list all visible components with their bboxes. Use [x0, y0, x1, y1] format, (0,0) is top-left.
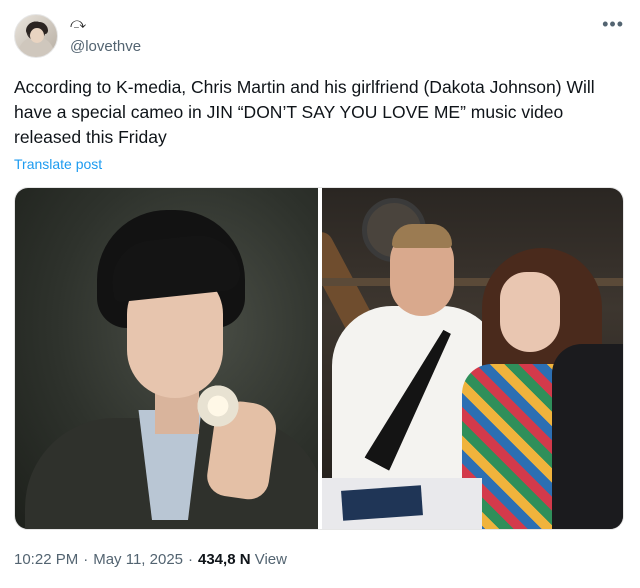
more-options-icon[interactable]: •••: [602, 14, 624, 35]
user-handle[interactable]: @lovethve: [70, 38, 141, 55]
tweet-footer: 10:22 PM · May 11, 2025 · 434,8 N View: [14, 551, 287, 568]
woman-face: [500, 272, 560, 352]
tweet-header: ⤼ @lovethve •••: [14, 14, 626, 62]
book: [341, 485, 423, 521]
photo-couple-at-table[interactable]: [322, 188, 623, 529]
avatar[interactable]: [14, 14, 58, 58]
media-grid: [14, 187, 624, 530]
woman-coat: [552, 344, 623, 529]
tweet-text: According to K-media, Chris Martin and h…: [14, 77, 595, 147]
post-date[interactable]: May 11, 2025: [93, 551, 183, 568]
separator-dot: ·: [83, 551, 89, 568]
photo-jin-with-flower[interactable]: [15, 188, 318, 529]
avatar-face: [30, 28, 44, 43]
translate-post-link[interactable]: Translate post: [14, 156, 102, 172]
separator-dot: ·: [188, 551, 193, 568]
curl-symbol-icon: ⤼: [70, 15, 87, 32]
views-count: 434,8 N: [198, 551, 251, 568]
post-time[interactable]: 10:22 PM: [14, 551, 78, 568]
views-label: View: [254, 551, 287, 568]
man-hair: [392, 224, 452, 248]
flower: [193, 383, 243, 429]
